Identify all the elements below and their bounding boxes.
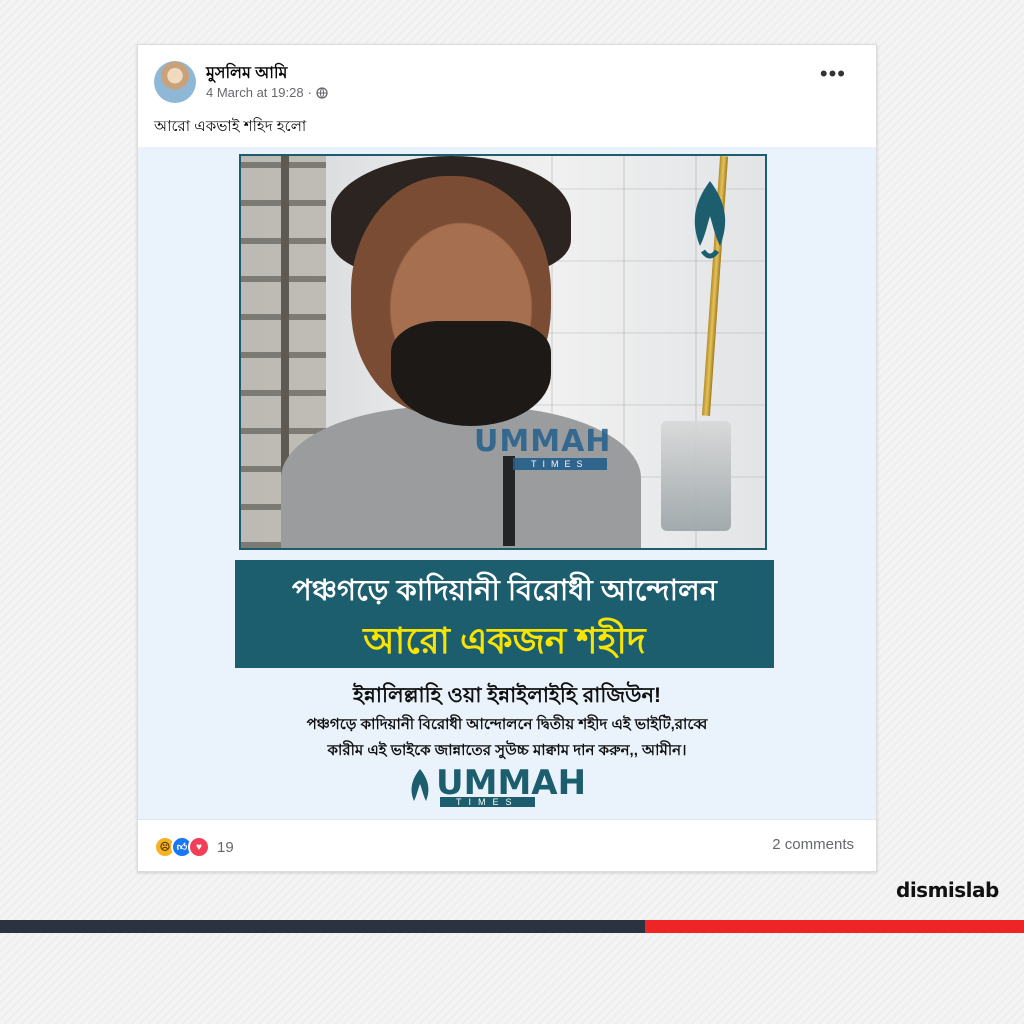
watermark-text: UMMAH (474, 424, 612, 459)
post-footer: ☹ 👍︎ ♥ 19 2 comments (138, 819, 876, 872)
image-text-line-2: পঞ্চগড়ে কাদিয়ানী বিরোধী আন্দোলনে দ্বিত… (306, 716, 708, 733)
headline-banner: পঞ্চগড়ে কাদিয়ানী বিরোধী আন্দোলন আরো এক… (235, 560, 774, 668)
ummah-times-logo: UMMAH TIMES (406, 763, 606, 811)
reactions-summary[interactable]: ☹ 👍︎ ♥ 19 (154, 836, 234, 858)
love-react-icon: ♥ (188, 836, 210, 858)
image-text-line-1: ইন্নালিল্লাহি ওয়া ইন্নাইলাইহি রাজিউন! (352, 684, 662, 707)
post-meta: 4 March at 19:28 · (206, 85, 328, 100)
ummah-logo-icon (411, 769, 429, 801)
banner-line-2: আরো একজন শহীদ (363, 620, 646, 661)
author-avatar[interactable] (154, 61, 196, 103)
facebook-post: মুসলিম আমি 4 March at 19:28 · ••• আরো এক… (137, 44, 877, 872)
photo: UMMAH TIMES (239, 154, 767, 550)
meta-separator: · (307, 85, 312, 100)
watermark-subtext: TIMES (513, 458, 607, 470)
globe-icon (316, 86, 328, 99)
post-timestamp[interactable]: 4 March at 19:28 (206, 85, 304, 100)
post-caption: আরো একভাই শহিদ হলো (154, 118, 307, 135)
author-name[interactable]: মুসলিম আমি (206, 60, 287, 87)
more-options-button[interactable]: ••• (820, 63, 846, 85)
comments-link[interactable]: 2 comments (772, 836, 854, 853)
banner-line-1: পঞ্চগড়ে কাদিয়ানী বিরোধী আন্দোলন (292, 575, 717, 607)
dismislab-logo: dismislab (896, 878, 999, 902)
image-text-line-3: কারীম এই ভাইকে জান্নাতের সুউচ্চ মাক্বাম … (327, 742, 687, 759)
footer-bar-dark (0, 920, 645, 933)
post-image[interactable]: UMMAH TIMES পঞ্চগড়ে কাদিয়ানী বিরোধী আন… (138, 147, 876, 819)
ummah-emblem-icon (694, 181, 726, 259)
brand-subtext: TIMES (440, 797, 535, 807)
oxygen-fixture (661, 421, 731, 531)
footer-bar-red (645, 920, 1024, 933)
reaction-count: 19 (217, 838, 234, 856)
person-beard (391, 321, 551, 426)
